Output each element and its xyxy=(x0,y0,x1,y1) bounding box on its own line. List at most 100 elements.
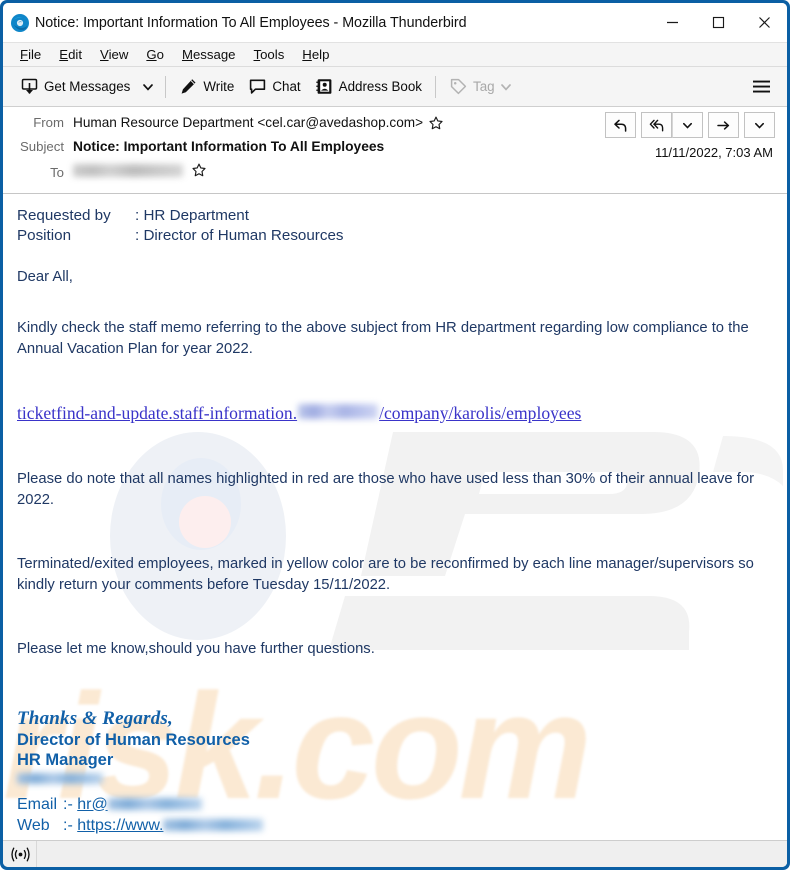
signature-email-sep: :- xyxy=(63,795,78,813)
address-book-label: Address Book xyxy=(338,79,423,94)
menu-message[interactable]: Message xyxy=(173,43,245,66)
to-row: To xyxy=(13,163,777,187)
close-button[interactable] xyxy=(741,3,787,42)
to-label: To xyxy=(50,164,64,180)
chevron-down-icon xyxy=(683,122,692,129)
more-actions-button[interactable] xyxy=(744,112,775,138)
menu-edit[interactable]: Edit xyxy=(50,43,91,66)
message-body-pane: risk.com Requested by : HR Department Po… xyxy=(3,194,787,840)
menu-bar: File Edit View Go Message Tools Help xyxy=(3,42,787,67)
phishing-link-suffix: /company/karolis/employees xyxy=(379,403,582,423)
to-address-redacted xyxy=(73,163,183,177)
spacer-after-greeting xyxy=(17,288,773,318)
signature-email-row: Email :- hr@ xyxy=(17,794,773,815)
signature-role: HR Manager xyxy=(17,750,114,769)
menu-file[interactable]: File xyxy=(11,43,50,66)
spacer-before-link xyxy=(17,360,773,403)
from-address-text[interactable]: Human Resource Department <cel.car@aveda… xyxy=(73,115,423,130)
signature-company-redacted xyxy=(17,773,103,784)
status-message-area xyxy=(36,840,787,867)
chevron-down-icon xyxy=(755,122,764,129)
body-paragraph-2: Please do note that all names highlighte… xyxy=(17,470,755,508)
meta-key-position: Position xyxy=(17,227,72,244)
signature-title: Director of Human Resources xyxy=(17,730,250,749)
maximize-button[interactable] xyxy=(695,3,741,42)
spacer-between-2-3 xyxy=(17,511,773,554)
meta-row-requested-by: Requested by : HR Department xyxy=(17,206,773,226)
signature-email-domain-redacted xyxy=(107,798,202,810)
tag-label: Tag xyxy=(473,79,495,94)
address-book-button[interactable]: Address Book xyxy=(308,72,429,102)
minimize-button[interactable] xyxy=(649,3,695,42)
spacer-after-meta xyxy=(17,246,773,267)
status-bar xyxy=(3,840,787,867)
reply-all-button[interactable] xyxy=(641,112,672,138)
subject-value: Notice: Important Information To All Emp… xyxy=(73,139,385,154)
online-broadcast-icon[interactable] xyxy=(11,847,30,862)
tag-button[interactable]: Tag xyxy=(442,72,524,102)
phishing-link[interactable]: ticketfind-and-update.staff-information.… xyxy=(17,403,581,424)
signature-web-domain-redacted xyxy=(163,819,264,831)
write-button[interactable]: Write xyxy=(172,72,241,102)
window-inner: Notice: Important Information To All Emp… xyxy=(3,3,787,867)
forward-button[interactable] xyxy=(708,112,739,138)
window-title: Notice: Important Information To All Emp… xyxy=(35,14,467,31)
star-outline-icon[interactable] xyxy=(429,116,443,130)
toolbar-divider-1 xyxy=(165,75,167,98)
from-label: From xyxy=(33,115,64,130)
meta-key-requested-by: Requested by xyxy=(17,207,111,224)
to-star-outline-icon[interactable] xyxy=(192,163,206,177)
body-paragraph-1: Kindly check the staff memo referring to… xyxy=(17,320,749,357)
tag-chevron-down-icon[interactable] xyxy=(495,72,517,102)
phishing-link-prefix: ticketfind-and-update.staff-information. xyxy=(17,403,298,423)
phishing-link-domain-redacted xyxy=(298,404,379,419)
window-controls xyxy=(649,3,787,42)
subject-label: Subject xyxy=(20,139,64,154)
meta-sep-position: : xyxy=(135,227,144,244)
get-messages-chevron-down-icon[interactable] xyxy=(137,72,159,102)
download-inbox-icon xyxy=(20,77,39,96)
meta-value-requested-by: HR Department xyxy=(143,207,249,224)
signature-email-label: Email xyxy=(17,795,58,813)
toolbar-divider-2 xyxy=(435,75,437,98)
reply-button[interactable] xyxy=(605,112,636,138)
signature-web-row: Web :- https://www. xyxy=(17,815,773,836)
reply-all-arrow-icon xyxy=(649,119,663,131)
reply-all-group xyxy=(641,112,703,138)
message-date: 11/11/2022, 7:03 AM xyxy=(654,145,773,160)
message-header: From Human Resource Department <cel.car@… xyxy=(3,107,787,194)
signature-email-value[interactable]: hr@ xyxy=(77,794,107,815)
speech-bubble-icon xyxy=(248,77,267,96)
spacer-between-3-4 xyxy=(17,596,773,639)
menu-go[interactable]: Go xyxy=(137,43,173,66)
body-paragraph-4: Please let me know,should you have furth… xyxy=(17,640,375,657)
menu-view[interactable]: View xyxy=(91,43,137,66)
signature-block: Thanks & Regards, Director of Human Reso… xyxy=(17,708,773,836)
chat-label: Chat xyxy=(272,79,301,94)
main-toolbar: Get Messages Write Chat Address Book Tag xyxy=(3,67,787,107)
meta-value-position: Director of Human Resources xyxy=(143,227,344,244)
meta-row-position: Position : Director of Human Resources xyxy=(17,226,773,246)
message-action-buttons xyxy=(600,112,775,138)
chat-button[interactable]: Chat xyxy=(241,72,307,102)
thunderbird-window: Notice: Important Information To All Emp… xyxy=(0,0,790,870)
pencil-icon xyxy=(179,77,198,96)
spacer-after-link xyxy=(17,426,773,469)
menu-tools[interactable]: Tools xyxy=(245,43,294,66)
meta-sep-requested-by: : xyxy=(135,207,144,224)
get-messages-button[interactable]: Get Messages xyxy=(13,72,137,102)
signature-web-sep: :- xyxy=(63,816,78,834)
message-body-content: Requested by : HR Department Position : … xyxy=(3,194,787,836)
greeting-text: Dear All, xyxy=(17,269,73,285)
tag-icon xyxy=(449,77,468,96)
thunderbird-logo-icon xyxy=(10,13,30,33)
reply-menu-button[interactable] xyxy=(672,112,703,138)
contact-card-icon xyxy=(315,77,334,96)
write-label: Write xyxy=(203,79,235,94)
menu-help[interactable]: Help xyxy=(293,43,338,66)
signature-web-value[interactable]: https://www. xyxy=(77,815,163,836)
get-messages-label: Get Messages xyxy=(44,79,131,94)
signature-web-label: Web xyxy=(17,816,50,834)
hamburger-menu-icon[interactable] xyxy=(745,72,777,102)
body-paragraph-3: Terminated/exited employees, marked in y… xyxy=(17,555,754,593)
